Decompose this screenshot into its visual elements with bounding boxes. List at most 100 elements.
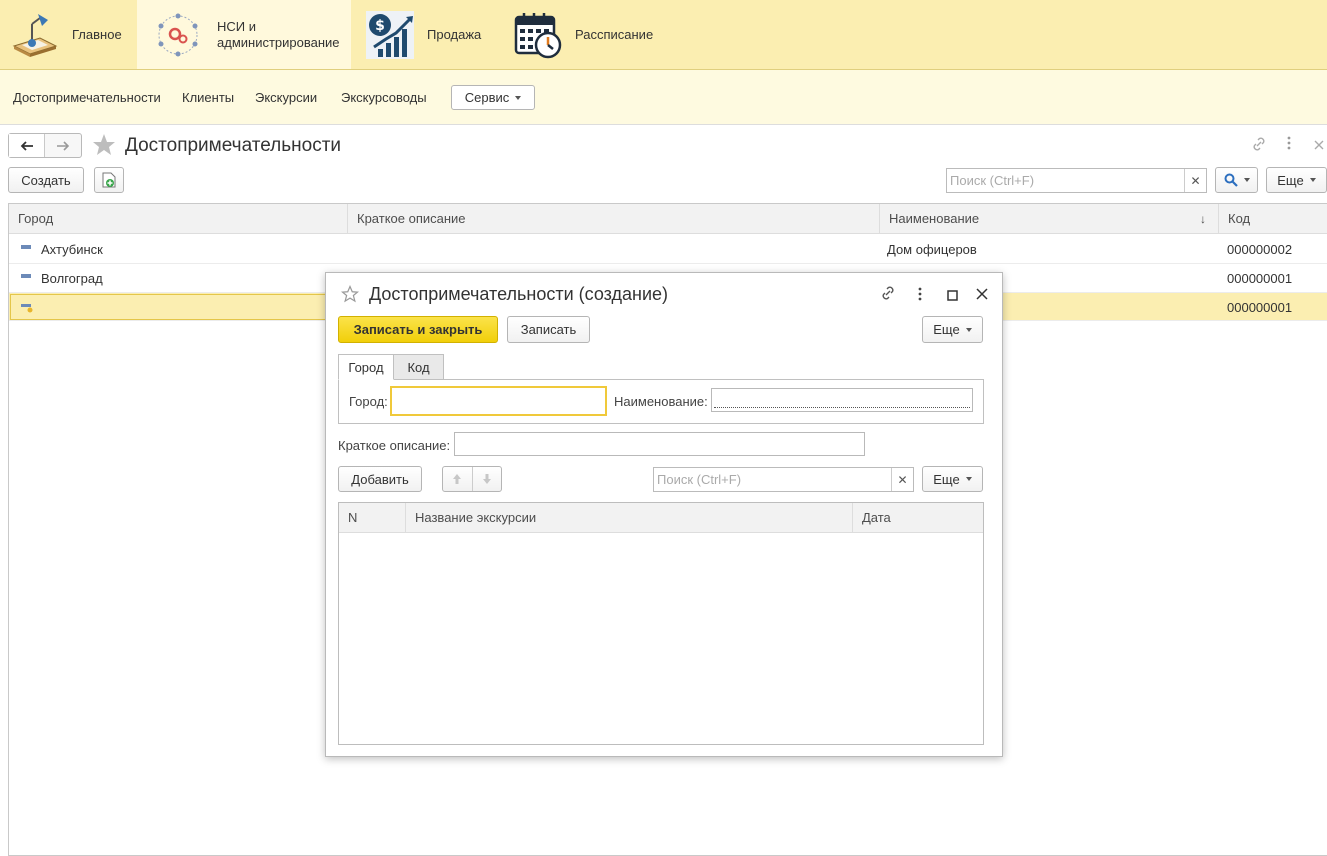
selected-cell [10,294,348,320]
arrow-down-icon [482,474,491,484]
cell-code: 000000002 [1227,242,1293,257]
cell-city: Ахтубинск [41,242,103,257]
section-admin[interactable]: НСИ и администрирование [137,0,351,69]
page-title: Достопримечательности [125,135,342,156]
link-icon[interactable] [880,285,896,304]
favorite-star-icon[interactable] [340,284,360,306]
arrow-right-icon [57,140,70,151]
create-label: Создать [21,172,71,188]
add-row-button[interactable]: Добавить [338,466,422,492]
create-button[interactable]: Создать [8,167,84,193]
arrow-up-icon [453,474,462,484]
column-header-city[interactable]: Город [9,204,348,234]
more-label: Еще [933,322,960,337]
save-and-close-label: Записать и закрыть [353,322,483,337]
tab-code[interactable]: Код [393,354,444,380]
chevron-down-icon [1243,178,1250,182]
maximize-icon[interactable] [947,288,958,304]
cell-code: 000000001 [1227,300,1293,315]
required-underline [714,407,970,408]
list-more-button[interactable]: Еще [1266,167,1327,193]
table-row[interactable]: Ахтубинск Дом офицеров 000000002 [9,235,1327,264]
service-menu-button[interactable]: Сервис [451,85,535,110]
search-button[interactable] [1215,167,1258,193]
clear-search-icon[interactable]: ✕ [891,468,913,491]
service-label: Сервис [464,90,510,105]
sections-panel: Главное НСИ и администрирование $ Продаж… [0,0,1327,70]
column-header-desc[interactable]: Краткое описание [348,204,880,234]
column-header-name[interactable]: Наименование ↓ [880,204,1219,234]
navigation-buttons [8,133,82,158]
table-more-button[interactable]: Еще [922,466,983,492]
column-header-date[interactable]: Дата [853,503,983,533]
cell-city: Волгоград [41,271,103,286]
section-submenu: Достопримечательности Клиенты Экскурсии … [0,70,1327,125]
short-desc-field[interactable] [454,432,865,456]
dialog-title: Достопримечательности (создание) [369,284,669,304]
submenu-item-clients[interactable]: Клиенты [182,90,234,105]
section-sales[interactable]: $ Продажа [351,0,501,69]
save-and-close-button[interactable]: Записать и закрыть [338,316,498,343]
section-label: Продажа [427,26,482,42]
section-schedule[interactable]: Рассписание [501,0,671,69]
submenu-item-guides[interactable]: Экскурсоводы [341,90,427,105]
move-up-button[interactable] [443,467,473,491]
column-header-excursion[interactable]: Название экскурсии [406,503,853,533]
list-header: Город Краткое описание Наименование ↓ Ко… [9,204,1327,234]
column-header-name-label: Наименование [889,211,980,226]
add-document-icon [102,172,116,188]
back-button[interactable] [9,134,45,157]
save-button[interactable]: Записать [507,316,590,343]
close-icon[interactable] [1314,137,1324,153]
arrow-left-icon [20,140,33,151]
column-header-n[interactable]: N [339,503,406,533]
clear-search-icon[interactable]: ✕ [1184,169,1206,192]
save-label: Записать [520,322,577,337]
search-placeholder: Поиск (Ctrl+F) [950,173,1035,188]
create-sight-dialog: Достопримечательности (создание) Записат… [325,272,1003,757]
svg-text:$: $ [375,18,385,34]
cell-code: 000000001 [1227,271,1293,286]
submenu-item-sights[interactable]: Достопримечательности [13,90,161,105]
element-icon [21,245,31,249]
search-placeholder: Поиск (Ctrl+F) [657,472,742,487]
name-label: Наименование: [614,394,708,409]
table-header: N Название экскурсии Дата [339,503,983,533]
short-desc-label: Краткое описание: [338,438,451,453]
link-icon[interactable] [1251,136,1267,155]
section-label: НСИ и администрирование [217,18,340,50]
favorite-star-icon[interactable] [92,133,116,160]
move-buttons [442,466,502,492]
dialog-more-button[interactable]: Еще [922,316,983,343]
desk-lamp-icon [10,10,60,60]
section-label: Рассписание [575,26,654,42]
table-search-input[interactable]: Поиск (Ctrl+F) ✕ [653,467,914,492]
city-field[interactable] [390,386,607,416]
excursions-table: N Название экскурсии Дата [338,502,984,745]
chevron-down-icon [965,477,972,481]
section-label: Главное [72,26,122,42]
tab-city[interactable]: Город [338,354,394,380]
cell-name: Дом офицеров [887,242,977,257]
list-search-input[interactable]: Поиск (Ctrl+F) ✕ [946,168,1207,193]
chevron-down-icon [965,327,972,332]
add-label: Добавить [351,471,409,487]
more-label: Еще [1277,172,1304,188]
more-label: Еще [933,471,960,487]
more-vertical-icon[interactable] [918,287,922,304]
column-header-code[interactable]: Код [1219,204,1327,234]
submenu-item-excursions[interactable]: Экскурсии [255,90,317,105]
sort-down-icon: ↓ [1200,212,1206,226]
search-icon [1224,173,1238,187]
calendar-clock-icon [513,10,563,60]
forward-button[interactable] [45,134,81,157]
name-field[interactable] [711,388,973,412]
chevron-down-icon [515,95,522,100]
close-icon[interactable] [976,287,988,303]
move-down-button[interactable] [473,467,502,491]
chevron-down-icon [1309,178,1316,182]
more-vertical-icon[interactable] [1287,136,1291,153]
section-main[interactable]: Главное [0,0,137,69]
new-element-icon [21,301,33,316]
copy-button[interactable] [94,167,124,193]
